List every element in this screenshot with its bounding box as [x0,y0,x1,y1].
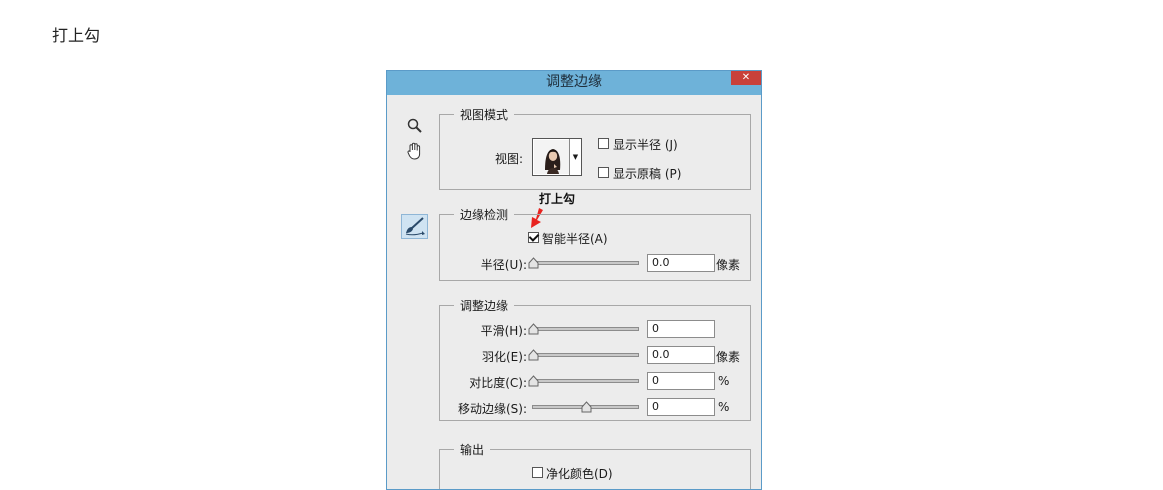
dialog-titlebar[interactable]: 调整边缘 ✕ [387,71,761,95]
shift-edge-unit: % [718,400,730,414]
smart-radius-label: 智能半径(A) [542,232,608,246]
edge-detection-legend: 边缘检测 [460,208,509,222]
page-caption: 打上勾 [52,26,101,45]
radius-input[interactable]: 0.0 [647,254,715,272]
adjust-edge-legend: 调整边缘 [460,299,509,313]
shift-edge-label: 移动边缘(S): [457,402,527,416]
feather-input[interactable]: 0.0 [647,346,715,364]
feather-unit: 像素 [716,350,741,364]
view-label: 视图: [495,152,524,166]
smooth-slider-thumb[interactable] [528,323,539,335]
view-mode-legend: 视图模式 [460,108,509,122]
portrait-thumbnail-image [534,140,570,174]
contrast-slider[interactable] [528,375,639,387]
show-radius-label: 显示半径 (J) [613,138,678,152]
hand-icon [407,142,421,160]
show-radius-checkbox[interactable] [598,138,609,149]
close-icon: ✕ [741,72,751,83]
refine-edge-dialog: 调整边缘 ✕ 视图模式 视图: ▼ 显示半径 (J) 显示原稿 (P) 打上勾 … [386,70,762,490]
annotation-text: 打上勾 [539,192,576,206]
hand-tool-button[interactable] [403,141,427,163]
smooth-slider[interactable] [528,323,639,335]
shift-edge-input[interactable]: 0 [647,398,715,416]
smooth-label: 平滑(H): [480,324,527,338]
shift-edge-slider[interactable] [532,401,639,413]
zoom-icon [407,118,422,133]
shift-edge-slider-thumb[interactable] [581,401,592,413]
radius-label: 半径(U): [480,258,527,272]
smart-radius-checkbox[interactable] [528,232,539,243]
dialog-title: 调整边缘 [546,74,602,90]
radius-unit: 像素 [716,258,741,272]
feather-slider[interactable] [528,349,639,361]
refine-radius-tool-button[interactable] [401,214,428,239]
radius-slider[interactable] [528,257,639,269]
close-button[interactable]: ✕ [731,71,761,85]
radius-slider-thumb[interactable] [528,257,539,269]
feather-slider-thumb[interactable] [528,349,539,361]
feather-label: 羽化(E): [482,350,527,364]
decontaminate-colors-checkbox[interactable] [532,467,543,478]
refine-radius-brush-icon [405,217,425,236]
show-original-checkbox[interactable] [598,167,609,178]
zoom-tool-button[interactable] [403,117,427,139]
view-thumbnail [534,140,570,174]
decontaminate-colors-label: 净化颜色(D) [546,467,613,481]
output-legend: 输出 [460,443,485,457]
contrast-unit: % [718,374,730,388]
contrast-input[interactable]: 0 [647,372,715,390]
view-dropdown[interactable]: ▼ [532,138,582,176]
show-original-label: 显示原稿 (P) [613,167,682,181]
view-mode-group: 视图模式 [439,106,751,190]
contrast-label: 对比度(C): [469,376,527,390]
smooth-input[interactable]: 0 [647,320,715,338]
chevron-down-icon[interactable]: ▼ [569,139,581,175]
contrast-slider-thumb[interactable] [528,375,539,387]
